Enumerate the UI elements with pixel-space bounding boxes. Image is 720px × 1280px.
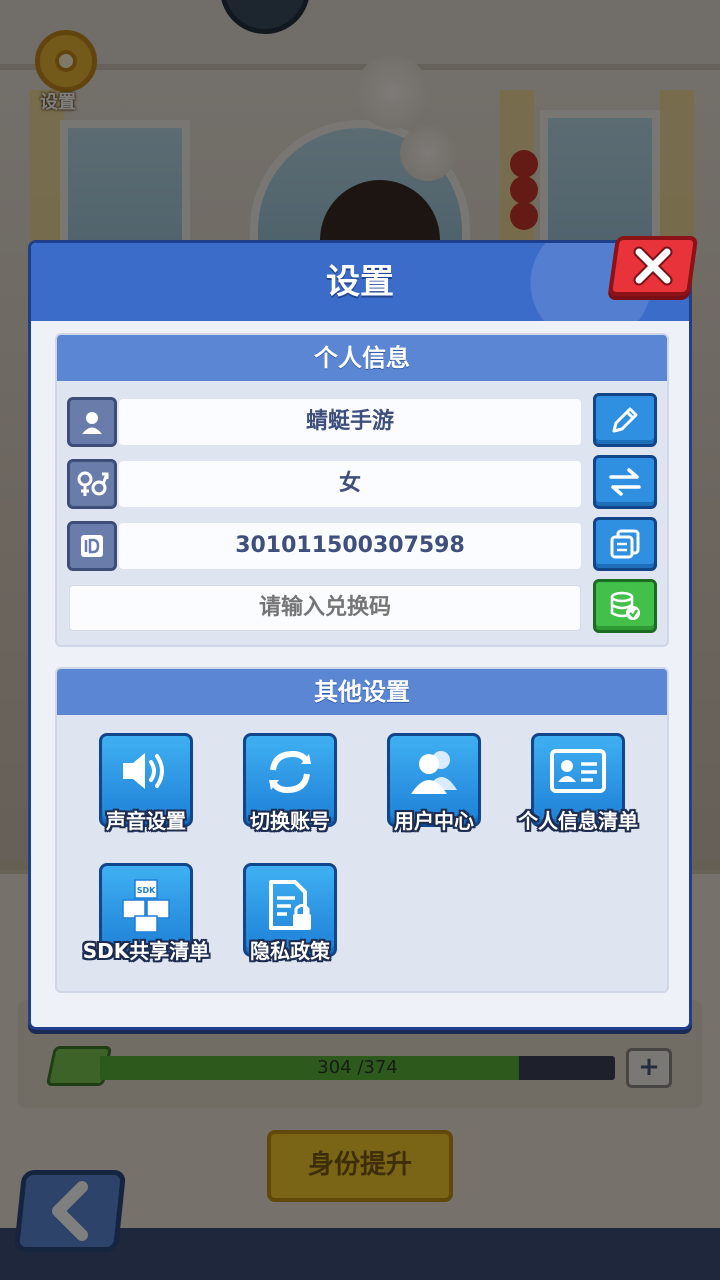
privacy-doc-icon bbox=[269, 880, 311, 930]
personal-info-list-label: 个人信息清单 bbox=[518, 809, 638, 833]
redeem-code-input[interactable] bbox=[69, 585, 581, 631]
svg-text:SDK: SDK bbox=[137, 886, 156, 895]
switch-account-icon bbox=[269, 750, 311, 794]
other-settings-section: 其他设置 声音设置 切换账号 用户中心 个人信息清单 SDK SDK共享清单 隐… bbox=[55, 667, 669, 993]
gender-icon bbox=[67, 459, 117, 509]
switch-account-button[interactable]: 切换账号 bbox=[243, 733, 337, 833]
switch-account-label: 切换账号 bbox=[250, 809, 330, 833]
coins-redeem-icon bbox=[610, 591, 640, 620]
close-icon bbox=[633, 246, 673, 286]
privacy-policy-button[interactable]: 隐私政策 bbox=[243, 863, 337, 963]
personal-info-list-button[interactable]: 个人信息清单 bbox=[518, 733, 638, 833]
personal-info-header: 个人信息 bbox=[57, 335, 667, 381]
id-field: 301011500307598 bbox=[119, 523, 581, 569]
user-center-icon bbox=[411, 751, 457, 794]
id-row: 301011500307598 bbox=[67, 517, 659, 571]
settings-dialog: 设置 个人信息 蜻蜓手游 女 301011500307598 请输入兑换码 其他… bbox=[28, 240, 692, 1030]
id-badge-icon bbox=[67, 521, 117, 571]
pencil-icon bbox=[612, 407, 638, 433]
user-icon bbox=[67, 397, 117, 447]
personal-info-section: 个人信息 蜻蜓手游 女 301011500307598 请输入兑换码 bbox=[55, 333, 669, 647]
user-center-label: 用户中心 bbox=[394, 809, 474, 833]
redeem-button[interactable] bbox=[593, 579, 657, 633]
sound-settings-button[interactable]: 声音设置 bbox=[99, 733, 193, 833]
copy-icon bbox=[610, 529, 640, 559]
gender-field: 女 bbox=[119, 461, 581, 507]
nickname-field: 蜻蜓手游 bbox=[119, 399, 581, 445]
sound-settings-label: 声音设置 bbox=[106, 809, 186, 833]
sdk-share-list-label: SDK共享清单 bbox=[82, 939, 210, 963]
privacy-policy-label: 隐私政策 bbox=[250, 939, 330, 963]
edit-nickname-button[interactable] bbox=[593, 393, 657, 447]
gender-row: 女 bbox=[67, 455, 659, 509]
speaker-icon bbox=[123, 753, 164, 789]
other-settings-header: 其他设置 bbox=[57, 669, 667, 715]
dialog-body: 个人信息 蜻蜓手游 女 301011500307598 请输入兑换码 其他设置 … bbox=[31, 321, 689, 1027]
user-center-button[interactable]: 用户中心 bbox=[387, 733, 481, 833]
redeem-row bbox=[67, 579, 659, 633]
swap-arrows-icon bbox=[609, 468, 641, 496]
switch-gender-button[interactable] bbox=[593, 455, 657, 509]
close-dialog-button[interactable] bbox=[607, 236, 699, 296]
sdk-cubes-icon: SDK bbox=[122, 879, 170, 933]
copy-id-button[interactable] bbox=[593, 517, 657, 571]
sdk-share-list-button[interactable]: SDK SDK共享清单 bbox=[83, 863, 209, 963]
id-card-icon bbox=[550, 749, 606, 793]
nickname-row: 蜻蜓手游 bbox=[67, 393, 659, 447]
dialog-title: 设置 bbox=[326, 262, 394, 302]
